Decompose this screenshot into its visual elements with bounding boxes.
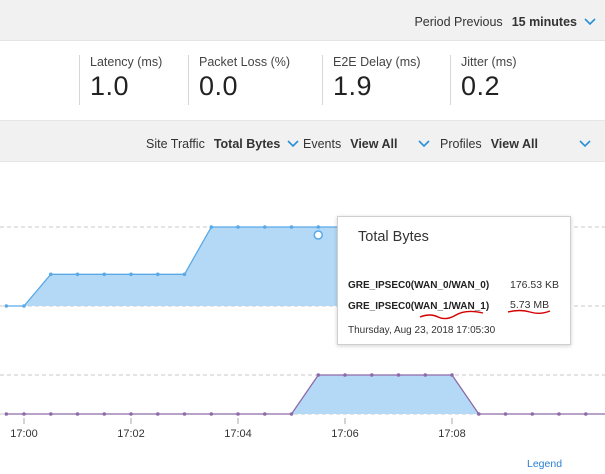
data-point xyxy=(477,412,481,416)
data-point xyxy=(316,225,321,229)
chart-tooltip: Total Bytes GRE_IPSEC0(WAN_0/WAN_0) 176.… xyxy=(337,216,571,345)
metric-latency: Latency (ms) 1.0 xyxy=(79,55,162,105)
data-point xyxy=(584,412,588,416)
data-point xyxy=(209,225,214,229)
data-point xyxy=(423,373,428,377)
profiles-filter[interactable]: Profiles View All xyxy=(440,137,592,151)
metric-value: 1.0 xyxy=(90,71,130,101)
data-point xyxy=(343,373,347,377)
data-point xyxy=(503,412,508,416)
events-value[interactable]: View All xyxy=(350,137,397,151)
data-point xyxy=(75,412,80,416)
legend-link[interactable]: Legend xyxy=(527,458,562,470)
period-label: Period Previous xyxy=(414,15,503,29)
profiles-value[interactable]: View All xyxy=(491,137,538,151)
chevron-down-icon[interactable] xyxy=(583,17,597,27)
metric-jitter: Jitter (ms) 0.2 xyxy=(450,55,517,105)
data-point xyxy=(530,412,535,416)
metric-label: Packet Loss (%) xyxy=(199,55,291,69)
data-point xyxy=(263,225,267,229)
events-label: Events xyxy=(303,137,342,151)
data-point xyxy=(75,272,80,277)
site-traffic-filter[interactable]: Site Traffic Total Bytes xyxy=(146,137,300,151)
data-point xyxy=(22,304,26,308)
x-tick-label: 17:04 xyxy=(224,428,252,440)
data-point xyxy=(156,272,160,277)
data-point xyxy=(236,412,240,416)
metric-label: E2E Delay (ms) xyxy=(333,55,421,69)
data-point xyxy=(370,373,374,377)
hover-marker xyxy=(313,230,323,240)
metric-value: 0.2 xyxy=(461,71,501,101)
x-tick-label: 17:08 xyxy=(438,428,466,440)
events-filter[interactable]: Events View All xyxy=(303,137,431,151)
metric-label: Jitter (ms) xyxy=(461,55,517,69)
data-point xyxy=(156,412,160,416)
chevron-down-icon[interactable] xyxy=(417,139,431,149)
period-value[interactable]: 15 minutes xyxy=(512,15,577,29)
data-point xyxy=(129,272,133,277)
period-selector[interactable]: Period Previous 15 minutes xyxy=(414,15,597,29)
profiles-label: Profiles xyxy=(440,137,482,151)
filter-bar: Site Traffic Total Bytes Events View All… xyxy=(0,120,605,162)
data-point xyxy=(102,412,107,416)
site-traffic-label: Site Traffic xyxy=(146,137,205,151)
metrics-strip: Latency (ms) 1.0 Packet Loss (%) 0.0 E2E… xyxy=(0,41,605,119)
x-tick-label: 17:00 xyxy=(10,428,38,440)
chevron-down-icon[interactable] xyxy=(578,139,592,149)
chevron-down-icon[interactable] xyxy=(286,139,300,149)
data-point xyxy=(557,412,561,416)
data-point xyxy=(129,412,133,416)
metric-value: 1.9 xyxy=(333,71,373,101)
data-point xyxy=(49,412,53,416)
data-point xyxy=(289,412,294,416)
data-point xyxy=(22,412,26,416)
data-point xyxy=(182,272,187,277)
data-point xyxy=(263,412,267,416)
top-bar: Period Previous 15 minutes xyxy=(0,0,605,41)
data-point xyxy=(316,373,321,377)
data-point xyxy=(289,225,294,229)
site-traffic-value[interactable]: Total Bytes xyxy=(214,137,280,151)
data-point xyxy=(4,304,9,308)
red-underline-annotation xyxy=(419,309,551,320)
metric-value: 0.0 xyxy=(199,71,239,101)
data-point xyxy=(49,272,53,277)
x-tick-label: 17:06 xyxy=(331,428,359,440)
data-point xyxy=(4,412,9,416)
data-point xyxy=(102,272,107,277)
data-point xyxy=(182,412,187,416)
x-tick-label: 17:02 xyxy=(117,428,145,440)
metric-packet-loss: Packet Loss (%) 0.0 xyxy=(188,55,290,105)
metric-label: Latency (ms) xyxy=(90,55,163,69)
data-point xyxy=(396,373,401,377)
metric-e2e-delay: E2E Delay (ms) 1.9 xyxy=(322,55,421,105)
data-point xyxy=(450,373,454,377)
data-point xyxy=(236,225,240,229)
data-point xyxy=(209,412,214,416)
